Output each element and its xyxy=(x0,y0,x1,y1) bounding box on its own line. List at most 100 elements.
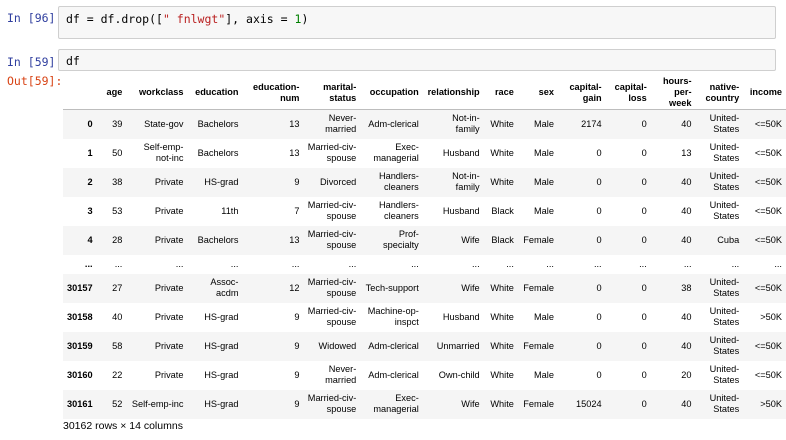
cell-line: United- xyxy=(709,306,740,316)
table-cell: ... xyxy=(303,255,360,274)
cell-line: managerial xyxy=(373,153,419,163)
table-cell: 0 xyxy=(641,234,647,245)
table-cell: United- States xyxy=(696,168,744,197)
cell-line: Adm-clerical xyxy=(368,118,419,129)
table-cell: ... xyxy=(360,255,422,274)
cell-line: spouse xyxy=(326,288,357,298)
table-cell: 40 xyxy=(681,234,692,245)
table-cell: Married-civ-spouse xyxy=(303,274,360,303)
table-cell: 27 xyxy=(112,282,123,293)
table-cell: Wife xyxy=(423,226,484,255)
table-cell: Exec-managerial xyxy=(360,390,422,419)
table-cell: United- States xyxy=(696,361,744,390)
cell-line: United- xyxy=(709,393,740,403)
table-cell: 38 xyxy=(112,176,123,187)
cell-line: Machine-op- xyxy=(367,306,419,316)
table-cell: Private xyxy=(126,197,187,226)
column-header: marital-status xyxy=(303,76,361,110)
table-cell: Never-married xyxy=(303,110,360,139)
cell-line: cleaners xyxy=(384,211,419,221)
table-cell: ... xyxy=(683,258,692,269)
table-cell: ... xyxy=(696,255,744,274)
table-cell: Private xyxy=(126,274,187,303)
table-cell: 0 xyxy=(641,311,647,322)
table-cell: 52 xyxy=(112,398,123,409)
table-cell: Adm-clerical xyxy=(360,361,422,390)
table-cell: Married-civ-spouse xyxy=(303,303,360,332)
table-cell: HS-grad xyxy=(187,303,242,332)
column-header-line: relationship xyxy=(427,87,480,97)
cell-line: ... xyxy=(348,258,357,269)
table-cell: Black xyxy=(491,205,514,216)
cell-line: 11th xyxy=(221,205,239,216)
table-cell: 0 xyxy=(596,369,602,380)
table-cell: 12 xyxy=(289,282,300,293)
table-cell: HS-grad xyxy=(187,332,242,361)
column-header-line: country xyxy=(705,92,740,103)
table-row: 1 50 Self-emp-not-inc Bachelors 13 Married-ci… xyxy=(63,139,786,168)
column-header-line: capital- xyxy=(614,81,647,92)
cell-line: Prof-specialty xyxy=(383,229,419,250)
table-cell: HS-grad xyxy=(187,168,242,197)
table-row: 30160 22 Private HS-grad 9 Never-married Adm-c… xyxy=(63,361,786,390)
cell-line: Private xyxy=(154,340,184,351)
table-cell: Male xyxy=(534,311,554,322)
cell-line: Married-civ- xyxy=(307,200,357,210)
table-row: 30159 58 Private HS-grad 9 Widowed Adm-clerica… xyxy=(63,331,786,361)
table-cell: 0 xyxy=(596,147,602,158)
cell-line: Exec- xyxy=(395,142,419,152)
cell-line: ... xyxy=(731,258,740,269)
cell-line: United- xyxy=(709,364,740,374)
cell-line: Private xyxy=(154,176,184,187)
table-cell: ... xyxy=(774,258,782,269)
cell-line: Assoc- xyxy=(210,277,239,287)
table-row: 4 28 Private Bachelors 13 Married-civ-spouse P… xyxy=(63,225,786,255)
table-cell: 40 xyxy=(681,398,692,409)
table-cell: 0 xyxy=(596,205,602,216)
table-cell: HS-grad xyxy=(187,361,242,390)
table-cell: Self-emp-not-inc xyxy=(126,139,187,168)
table-cell: United- States xyxy=(696,303,744,332)
cell-line: Bachelors xyxy=(197,118,239,129)
cell-line: HS-grad xyxy=(204,340,239,351)
cell-line: Widowed xyxy=(318,340,357,351)
cell-line: HS-grad xyxy=(204,398,239,409)
cell-line: United- xyxy=(709,335,740,345)
table-cell: ... xyxy=(506,258,514,269)
row-index: 1 xyxy=(87,147,93,158)
cell-line: Married-civ- xyxy=(307,306,357,316)
code-cell-input-59[interactable]: df xyxy=(58,49,776,71)
cell-line: Wife xyxy=(461,398,480,409)
table-cell: 9 xyxy=(294,176,300,187)
table-cell: 40 xyxy=(681,118,692,129)
cell-line: ... xyxy=(175,258,184,269)
table-cell: Male xyxy=(534,205,554,216)
column-header: native-country xyxy=(695,76,744,110)
cell-line: HS-grad xyxy=(204,369,239,380)
table-cell: 0 xyxy=(641,369,647,380)
table-cell: 9 xyxy=(294,311,300,322)
code-line: df xyxy=(66,54,80,68)
table-cell: 13 xyxy=(681,147,692,158)
table-cell: 22 xyxy=(112,369,123,380)
row-index: 30158 xyxy=(67,311,93,322)
column-header: sex xyxy=(517,76,558,110)
column-header: relationship xyxy=(422,76,484,110)
row-index: 30160 xyxy=(67,369,93,380)
table-row: 0 39 State-gov Bachelors 13 Never-married Adm-… xyxy=(63,109,786,139)
table-cell: Handlers-cleaners xyxy=(360,168,422,197)
cell-line: Never- xyxy=(328,364,357,374)
table-cell: ... xyxy=(126,255,187,274)
table-cell: United- States xyxy=(696,197,744,226)
table-cell: Male xyxy=(534,118,554,129)
cell-line: Bachelors xyxy=(197,147,239,158)
table-cell: 13 xyxy=(289,147,300,158)
code-cell-input-96[interactable]: df = df.drop([" fnlwgt"], axis = 1) xyxy=(58,6,776,39)
table-cell: 40 xyxy=(681,311,692,322)
table-cell: Not-in-family xyxy=(423,110,484,139)
table-cell: >50K xyxy=(760,398,782,409)
cell-line: States xyxy=(713,211,740,221)
cell-line: Self-emp-inc xyxy=(131,398,184,409)
output-prompt-59: Out[59]: xyxy=(7,74,63,88)
table-cell: Private xyxy=(126,303,187,332)
